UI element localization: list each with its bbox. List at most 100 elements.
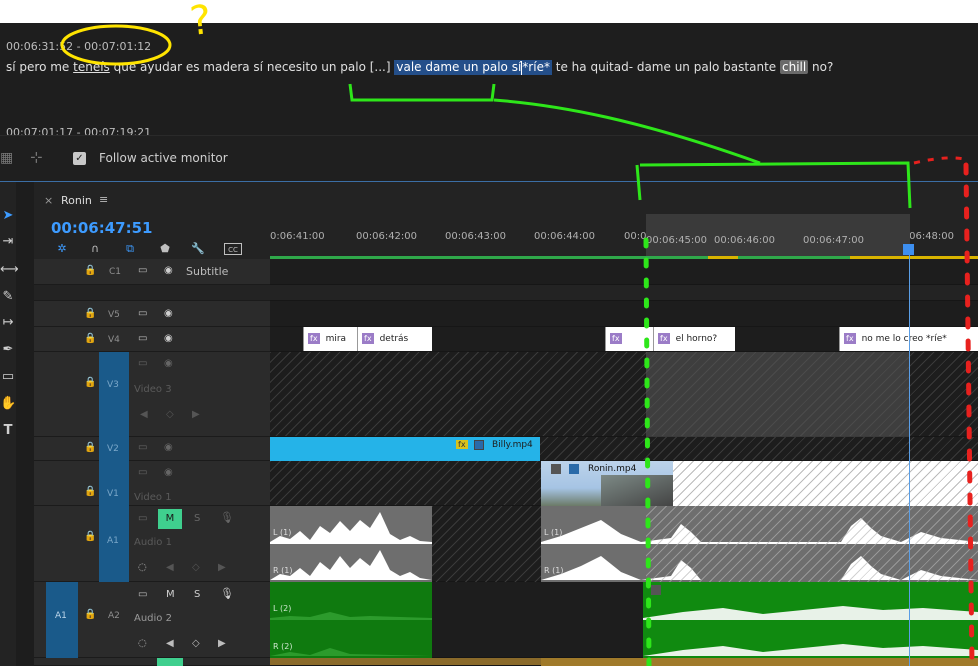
lock-icon[interactable]: 🔒 xyxy=(84,609,96,620)
solo-button[interactable]: S xyxy=(194,589,200,600)
track-label: V4 xyxy=(108,335,120,345)
eye-icon[interactable]: ◉ xyxy=(164,333,173,344)
captions-icon[interactable]: CC xyxy=(224,243,242,255)
playhead-timecode[interactable]: 00:06:47:51 xyxy=(51,219,153,237)
subtitle-clip[interactable]: fx el horno? xyxy=(653,327,735,351)
transcript-text: no? xyxy=(812,60,834,74)
keyframe-icon[interactable]: ◇ xyxy=(192,562,200,573)
track-select-icon[interactable]: ⇥ xyxy=(0,234,16,250)
mute-button[interactable]: M xyxy=(166,589,175,600)
mute-button[interactable]: M xyxy=(158,509,182,529)
nest-icon[interactable]: ✲ xyxy=(55,243,69,255)
track-target-a1[interactable]: A1 xyxy=(99,506,129,582)
audio-clip-a3[interactable] xyxy=(541,658,978,666)
video-clip-billy[interactable]: fx Billy.mp4 xyxy=(270,437,540,461)
split-icon[interactable]: ⊹ xyxy=(30,148,43,166)
lock-icon[interactable]: 🔒 xyxy=(84,531,96,542)
lock-icon[interactable]: 🔒 xyxy=(84,486,96,497)
transcript-line[interactable]: sí pero me teneís que ayudar es madera s… xyxy=(6,60,833,75)
snap-icon[interactable]: ∩ xyxy=(88,243,102,255)
lock-icon[interactable]: 🔒 xyxy=(84,333,96,344)
microphone-icon[interactable]: 🎙 xyxy=(220,587,234,600)
playhead-line[interactable] xyxy=(909,245,910,666)
track-target-v1[interactable]: V1 xyxy=(99,461,129,506)
subtitle-clip[interactable]: fx detrás xyxy=(357,327,432,351)
lock-icon[interactable]: 🔒 xyxy=(84,308,96,319)
close-tab-icon[interactable]: × xyxy=(44,194,53,207)
audio-clip-a2-2[interactable] xyxy=(643,582,978,658)
hand-icon[interactable]: ✋ xyxy=(0,396,16,412)
clip-icon xyxy=(474,440,484,450)
waveform-icon[interactable]: ▭ xyxy=(138,589,147,600)
lock-icon[interactable]: 🔒 xyxy=(84,377,96,388)
prev-keyframe-icon[interactable]: ◀ xyxy=(166,638,174,649)
track-target-v3[interactable]: V3 xyxy=(99,352,129,437)
waveform xyxy=(270,512,432,580)
film-icon[interactable]: ▭ xyxy=(138,308,147,319)
audio-clip-a1-1[interactable]: L (1) R (1) xyxy=(270,506,432,582)
lane-c1[interactable] xyxy=(270,259,978,285)
transcript-timestamp[interactable]: 00:06:31:52 - 00:07:01:12 xyxy=(6,40,151,53)
lane-v5[interactable] xyxy=(270,301,978,327)
transcript-word-chill[interactable]: chill xyxy=(779,60,809,74)
fx-badge: fx xyxy=(610,333,622,344)
track-name: Subtitle xyxy=(186,265,229,278)
track-header-v3: 🔒 ▭ ◉ Video 3 ◀ ◇ ▶ xyxy=(34,352,270,437)
ruler-tick: 00:06:43:00 xyxy=(445,231,507,242)
microphone-icon[interactable]: 🎙 xyxy=(220,511,234,524)
keyframe-icon[interactable]: ◇ xyxy=(192,638,200,649)
audio-clip-a1-2[interactable]: L (1) R (1) xyxy=(541,506,978,582)
volume-dial-icon[interactable]: ◌ xyxy=(138,638,147,649)
keyframe-icon[interactable]: ◇ xyxy=(166,409,174,420)
tools-panel: ➤ ⇥ ⟷ ✎ ↦ ✒ ▭ ✋ T xyxy=(0,182,19,666)
follow-monitor-label: Follow active monitor xyxy=(99,151,228,165)
transcript-selection[interactable]: vale dame un palo sí*ríe* xyxy=(394,60,552,75)
source-patch-a1[interactable]: A1 xyxy=(46,582,78,658)
eye-icon[interactable]: ◉ xyxy=(164,308,173,319)
eye-icon[interactable]: ◉ xyxy=(164,442,173,453)
next-keyframe-icon[interactable]: ▶ xyxy=(218,638,226,649)
linked-selection-icon[interactable]: ⧉ xyxy=(123,243,137,255)
prev-keyframe-icon[interactable]: ◀ xyxy=(166,562,174,573)
next-keyframe-icon[interactable]: ▶ xyxy=(192,409,200,420)
playhead-handle[interactable] xyxy=(903,244,914,255)
audio-clip-a2-1[interactable]: L (2) R (2) xyxy=(270,582,432,658)
pen-icon[interactable]: ✒ xyxy=(0,342,16,358)
eye-icon[interactable]: ◉ xyxy=(164,358,173,369)
track-header-next xyxy=(34,658,270,666)
subtitle-clip[interactable]: fx xyxy=(605,327,653,351)
lock-icon[interactable]: 🔒 xyxy=(84,265,96,276)
ripple-edit-icon[interactable]: ⟷ xyxy=(0,262,19,278)
ruler-tick: 00:06:44:00 xyxy=(534,231,596,242)
subtitle-clip[interactable]: fx mira xyxy=(303,327,357,351)
prev-keyframe-icon[interactable]: ◀ xyxy=(140,409,148,420)
rectangle-icon[interactable]: ▭ xyxy=(0,369,16,385)
film-icon[interactable]: ▭ xyxy=(138,442,147,453)
mute-button-next[interactable] xyxy=(157,658,183,666)
next-keyframe-icon[interactable]: ▶ xyxy=(218,562,226,573)
add-marker-icon[interactable]: ⬟ xyxy=(158,243,172,255)
caption-grid-icon[interactable]: ▦ xyxy=(0,150,13,166)
follow-monitor-checkbox[interactable]: ✓ xyxy=(73,152,86,165)
film-icon[interactable]: ▭ xyxy=(138,358,147,369)
panel-menu-icon[interactable]: ≡ xyxy=(99,193,108,206)
eye-icon[interactable]: ◉ xyxy=(164,265,173,276)
film-icon[interactable]: ▭ xyxy=(138,333,147,344)
waveform-icon[interactable]: ▭ xyxy=(138,513,147,524)
eye-icon[interactable]: ◉ xyxy=(164,467,173,478)
film-icon[interactable]: ▭ xyxy=(138,467,147,478)
track-header-v2: 🔒 ▭ ◉ xyxy=(34,437,270,461)
track-target-v2[interactable]: V2 xyxy=(99,437,129,461)
slip-icon[interactable]: ↦ xyxy=(0,315,16,331)
film-icon[interactable]: ▭ xyxy=(138,265,147,276)
type-icon[interactable]: T xyxy=(0,423,16,439)
razor-icon[interactable]: ✎ xyxy=(0,289,16,305)
sequence-tab[interactable]: Ronin xyxy=(61,194,92,207)
channel-label: R (1) xyxy=(544,566,564,575)
volume-dial-icon[interactable]: ◌ xyxy=(138,562,147,573)
wrench-icon[interactable]: 🔧 xyxy=(191,243,205,255)
selection-tool-icon[interactable]: ➤ xyxy=(0,208,16,224)
solo-button[interactable]: S xyxy=(194,513,200,524)
lock-icon[interactable]: 🔒 xyxy=(84,442,96,453)
video-clip-ronin[interactable]: Ronin.mp4 xyxy=(541,461,978,506)
